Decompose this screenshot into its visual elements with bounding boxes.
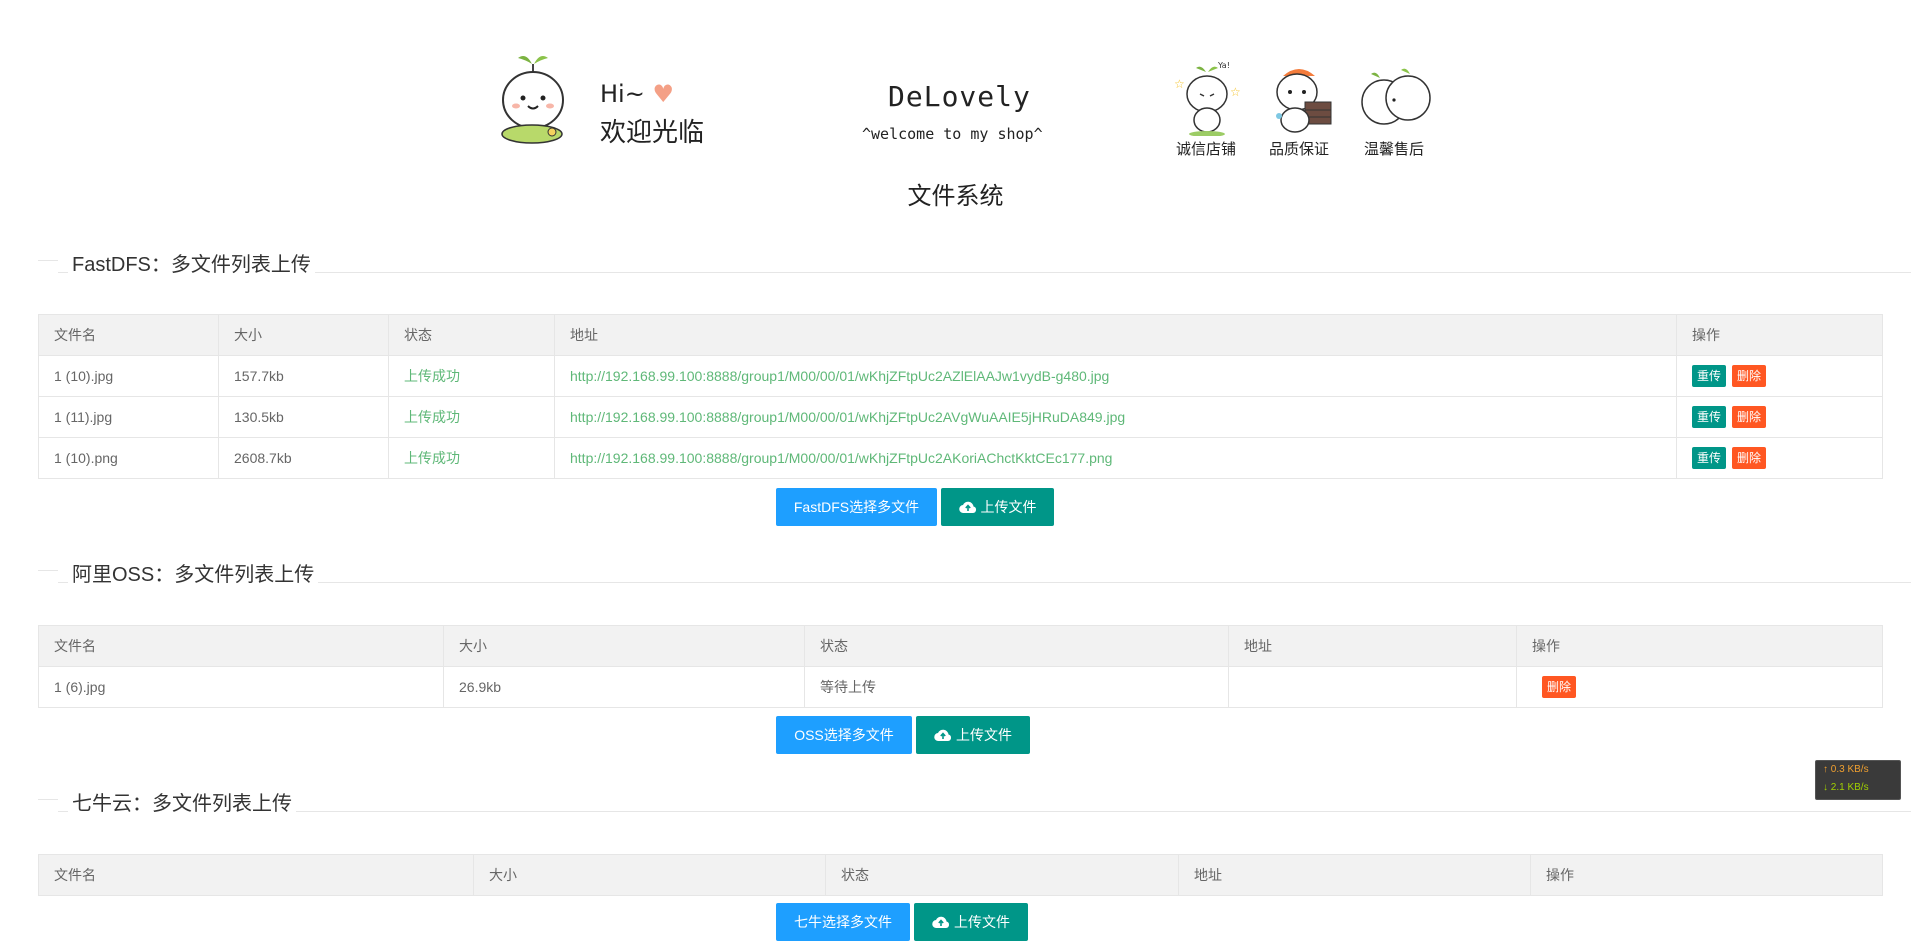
hi-greeting: Hi~ ♥ xyxy=(600,80,674,108)
file-table-oss: 文件名 大小 状态 地址 操作 1 (6).jpg 26.9kb 等待上传 删除 xyxy=(38,625,1883,708)
welcome-text: 欢迎光临 xyxy=(600,118,705,148)
column-header: 状态 xyxy=(825,854,1179,896)
trust-badge-illustration: Ya! ☆ ☆ xyxy=(1174,61,1241,136)
file-url-link[interactable]: http://192.168.99.100:8888/group1/M00/00… xyxy=(554,437,1677,479)
upload-speed: ↑ 0.3 KB/s xyxy=(1823,764,1869,775)
column-header: 操作 xyxy=(1530,854,1883,896)
delete-button[interactable]: 删除 xyxy=(1732,447,1767,469)
table-row: 1 (11).jpg 130.5kb 上传成功 http://192.168.9… xyxy=(38,396,1883,438)
file-name: 1 (10).jpg xyxy=(38,355,219,397)
download-speed: ↓ 2.1 KB/s xyxy=(1823,782,1869,793)
after-sales-badge-illustration xyxy=(1361,68,1431,125)
upload-files-button[interactable]: 上传文件 xyxy=(914,903,1028,941)
file-name: 1 (6).jpg xyxy=(38,666,444,708)
svg-text:Ya!: Ya! xyxy=(1217,61,1230,70)
file-size: 2608.7kb xyxy=(218,437,389,479)
cloud-upload-icon xyxy=(932,916,950,928)
select-files-button[interactable]: FastDFS选择多文件 xyxy=(776,488,937,526)
column-header: 状态 xyxy=(388,314,555,356)
page-title: 文件系统 xyxy=(907,183,1004,210)
reupload-button[interactable]: 重传 xyxy=(1692,447,1727,469)
select-files-button[interactable]: 七牛选择多文件 xyxy=(776,903,910,941)
section-title: FastDFS：多文件列表上传 xyxy=(68,248,315,277)
row-actions: 重传 删除 xyxy=(1676,355,1883,397)
file-size: 26.9kb xyxy=(443,666,805,708)
cloud-upload-icon xyxy=(958,501,976,513)
upload-files-button[interactable]: 上传文件 xyxy=(916,716,1030,754)
column-header: 大小 xyxy=(443,625,805,667)
oss-button-group: OSS选择多文件 上传文件 xyxy=(776,716,1032,754)
column-header: 大小 xyxy=(473,854,826,896)
column-header: 文件名 xyxy=(38,854,474,896)
file-table-qiniu: 文件名 大小 状态 地址 操作 xyxy=(38,854,1883,896)
svg-text:☆: ☆ xyxy=(1174,77,1185,91)
qiniu-button-group: 七牛选择多文件 上传文件 xyxy=(776,903,1030,941)
file-table-fastdfs: 文件名 大小 状态 地址 操作 1 (10).jpg 157.7kb 上传成功 … xyxy=(38,314,1883,479)
upload-status: 上传成功 xyxy=(388,355,555,397)
table-header-row: 文件名 大小 状态 地址 操作 xyxy=(38,314,1883,356)
column-header: 地址 xyxy=(554,314,1677,356)
column-header: 地址 xyxy=(1178,854,1531,896)
column-header: 大小 xyxy=(218,314,389,356)
file-name: 1 (11).jpg xyxy=(38,396,219,438)
delete-button[interactable]: 删除 xyxy=(1542,676,1577,698)
row-actions: 重传 删除 xyxy=(1676,396,1883,438)
table-row: 1 (10).jpg 157.7kb 上传成功 http://192.168.9… xyxy=(38,355,1883,397)
file-url-link[interactable] xyxy=(1228,666,1517,708)
column-header: 文件名 xyxy=(38,314,219,356)
column-header: 状态 xyxy=(804,625,1229,667)
upload-status: 上传成功 xyxy=(388,396,555,438)
section-header-fastdfs: FastDFS：多文件列表上传 xyxy=(38,248,1911,277)
column-header: 文件名 xyxy=(38,625,444,667)
file-name: 1 (10).png xyxy=(38,437,219,479)
badge-label-trust: 诚信店铺 xyxy=(1176,140,1237,158)
section-title: 阿里OSS：多文件列表上传 xyxy=(68,558,319,587)
file-size: 130.5kb xyxy=(218,396,389,438)
row-actions: 重传 删除 xyxy=(1676,437,1883,479)
delete-button[interactable]: 删除 xyxy=(1732,365,1767,387)
file-url-link[interactable]: http://192.168.99.100:8888/group1/M00/00… xyxy=(554,396,1677,438)
sprout-mascot-illustration xyxy=(501,56,564,144)
network-speed-widget[interactable]: ↑ 0.3 KB/s ↓ 2.1 KB/s xyxy=(1815,760,1901,800)
section-header-oss: 阿里OSS：多文件列表上传 xyxy=(38,558,1911,587)
svg-text:☆: ☆ xyxy=(1230,85,1241,99)
cloud-upload-icon xyxy=(934,729,952,741)
reupload-button[interactable]: 重传 xyxy=(1692,365,1727,387)
section-title: 七牛云：多文件列表上传 xyxy=(68,787,296,816)
delete-button[interactable]: 删除 xyxy=(1732,406,1767,428)
section-header-qiniu: 七牛云：多文件列表上传 xyxy=(38,787,1911,816)
table-header-row: 文件名 大小 状态 地址 操作 xyxy=(38,625,1883,667)
upload-files-button[interactable]: 上传文件 xyxy=(941,488,1054,526)
table-header-row: 文件名 大小 状态 地址 操作 xyxy=(38,854,1883,896)
table-row: 1 (6).jpg 26.9kb 等待上传 删除 xyxy=(38,666,1883,708)
fastdfs-button-group: FastDFS选择多文件 上传文件 xyxy=(776,488,1056,526)
column-header: 操作 xyxy=(1516,625,1883,667)
column-header: 操作 xyxy=(1676,314,1883,356)
shop-banner: Hi~ ♥ 欢迎光临 DeLovely ^welcome to my shop^… xyxy=(0,0,1911,175)
badge-label-quality: 品质保证 xyxy=(1269,140,1330,158)
file-url-link[interactable]: http://192.168.99.100:8888/group1/M00/00… xyxy=(554,355,1677,397)
brand-name: DeLovely xyxy=(888,80,1031,113)
select-files-button[interactable]: OSS选择多文件 xyxy=(776,716,912,754)
reupload-button[interactable]: 重传 xyxy=(1692,406,1727,428)
brand-slogan: ^welcome to my shop^ xyxy=(862,125,1043,143)
file-size: 157.7kb xyxy=(218,355,389,397)
badge-label-aftersales: 温馨售后 xyxy=(1364,140,1425,158)
upload-status: 等待上传 xyxy=(804,666,1229,708)
quality-badge-illustration xyxy=(1276,69,1332,133)
column-header: 地址 xyxy=(1228,625,1517,667)
heart-icon: ♥ xyxy=(652,80,674,108)
upload-status: 上传成功 xyxy=(388,437,555,479)
row-actions: 删除 xyxy=(1516,666,1883,708)
table-row: 1 (10).png 2608.7kb 上传成功 http://192.168.… xyxy=(38,437,1883,479)
